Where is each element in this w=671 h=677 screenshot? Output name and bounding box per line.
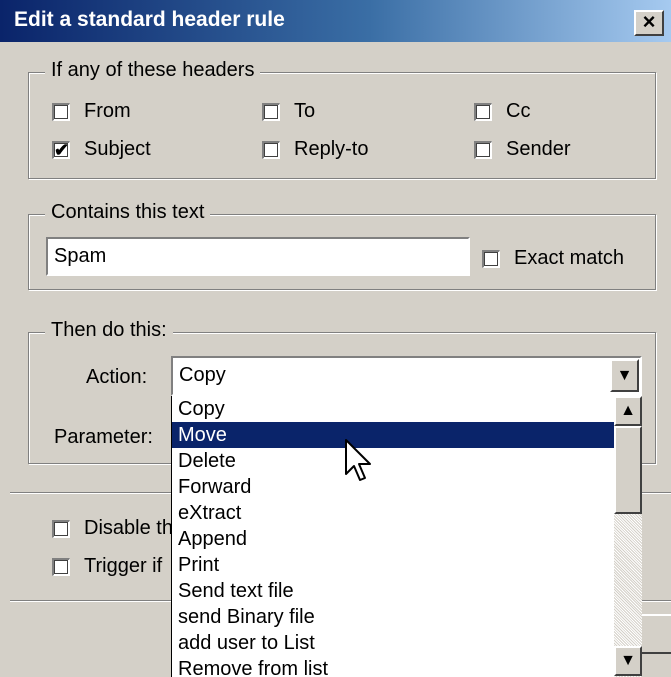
checkbox-label: Subject bbox=[84, 138, 151, 160]
checkbox-box[interactable]: ✔ bbox=[52, 140, 70, 160]
action-dropdown-button[interactable]: ▼ bbox=[610, 359, 639, 392]
checkbox-reply-to[interactable]: Reply-to bbox=[262, 138, 368, 161]
checkbox-label: Sender bbox=[506, 138, 571, 160]
checkbox-label: Reply-to bbox=[294, 138, 369, 160]
trigger-checkbox[interactable]: Trigger if bbox=[52, 555, 162, 578]
dropdown-scrollbar[interactable]: ▲ ▼ bbox=[614, 396, 642, 677]
chevron-down-icon: ▼ bbox=[616, 366, 633, 384]
contains-group-legend: Contains this text bbox=[45, 201, 211, 224]
action-group-legend: Then do this: bbox=[45, 319, 173, 342]
action-dropdown-list[interactable]: Copy Move Delete Forward eXtract Append … bbox=[171, 396, 615, 677]
checkbox-from[interactable]: From bbox=[52, 100, 131, 123]
headers-group-legend: If any of these headers bbox=[45, 59, 261, 82]
checkbox-box[interactable] bbox=[482, 249, 500, 268]
partial-button[interactable] bbox=[640, 614, 671, 654]
checkbox-label: From bbox=[84, 100, 131, 122]
dropdown-option-add-user-to-list[interactable]: add user to List bbox=[172, 630, 615, 656]
edit-header-rule-dialog: Edit a standard header rule × If any of … bbox=[0, 0, 671, 677]
close-button[interactable]: × bbox=[634, 10, 664, 36]
parameter-label: Parameter: bbox=[54, 426, 153, 448]
headers-group: If any of these headers bbox=[28, 59, 656, 179]
checkbox-to[interactable]: To bbox=[262, 100, 315, 123]
chevron-up-icon: ▲ bbox=[620, 402, 636, 419]
dropdown-option-forward[interactable]: Forward bbox=[172, 474, 615, 500]
chevron-down-icon: ▼ bbox=[620, 652, 636, 669]
checkbox-box[interactable] bbox=[52, 557, 70, 576]
dropdown-option-append[interactable]: Append bbox=[172, 526, 615, 552]
checkmark-icon: ✔ bbox=[53, 140, 70, 160]
contains-text-input[interactable]: Spam bbox=[46, 237, 470, 276]
checkbox-box[interactable] bbox=[474, 102, 492, 121]
checkbox-box[interactable] bbox=[52, 102, 70, 121]
exact-match-checkbox[interactable]: Exact match bbox=[482, 247, 624, 270]
checkbox-label: Cc bbox=[506, 100, 531, 122]
checkbox-box[interactable] bbox=[262, 140, 280, 159]
action-combobox[interactable]: Copy bbox=[171, 356, 642, 396]
checkbox-subject[interactable]: ✔ Subject bbox=[52, 138, 151, 161]
title-bar[interactable]: Edit a standard header rule × bbox=[0, 0, 671, 42]
scrollbar-thumb[interactable] bbox=[614, 426, 642, 514]
dropdown-option-remove-from-list[interactable]: Remove from list bbox=[172, 656, 615, 677]
dropdown-option-extract[interactable]: eXtract bbox=[172, 500, 615, 526]
scroll-up-button[interactable]: ▲ bbox=[614, 396, 642, 426]
checkbox-box[interactable] bbox=[52, 519, 70, 538]
dropdown-option-print[interactable]: Print bbox=[172, 552, 615, 578]
scroll-down-button[interactable]: ▼ bbox=[614, 646, 642, 676]
close-icon: × bbox=[642, 9, 656, 34]
checkbox-box[interactable] bbox=[474, 140, 492, 159]
dropdown-option-send-binary-file[interactable]: send Binary file bbox=[172, 604, 615, 630]
action-label: Action: bbox=[86, 366, 148, 388]
checkbox-box[interactable] bbox=[262, 102, 280, 121]
checkbox-sender[interactable]: Sender bbox=[474, 138, 571, 161]
checkbox-cc[interactable]: Cc bbox=[474, 100, 530, 123]
checkbox-label: To bbox=[294, 100, 316, 122]
dropdown-option-delete[interactable]: Delete bbox=[172, 448, 615, 474]
contains-text-value: Spam bbox=[54, 245, 107, 267]
window-title: Edit a standard header rule bbox=[14, 8, 285, 31]
dropdown-option-move[interactable]: Move bbox=[172, 422, 615, 448]
disable-checkbox[interactable]: Disable th bbox=[52, 517, 173, 540]
mouse-pointer-icon bbox=[345, 439, 371, 481]
disable-label: Disable th bbox=[84, 517, 173, 539]
dropdown-option-send-text-file[interactable]: Send text file bbox=[172, 578, 615, 604]
action-combobox-value: Copy bbox=[179, 364, 226, 386]
exact-match-label: Exact match bbox=[514, 247, 625, 269]
trigger-label: Trigger if bbox=[84, 555, 163, 577]
dropdown-option-copy[interactable]: Copy bbox=[172, 396, 615, 422]
